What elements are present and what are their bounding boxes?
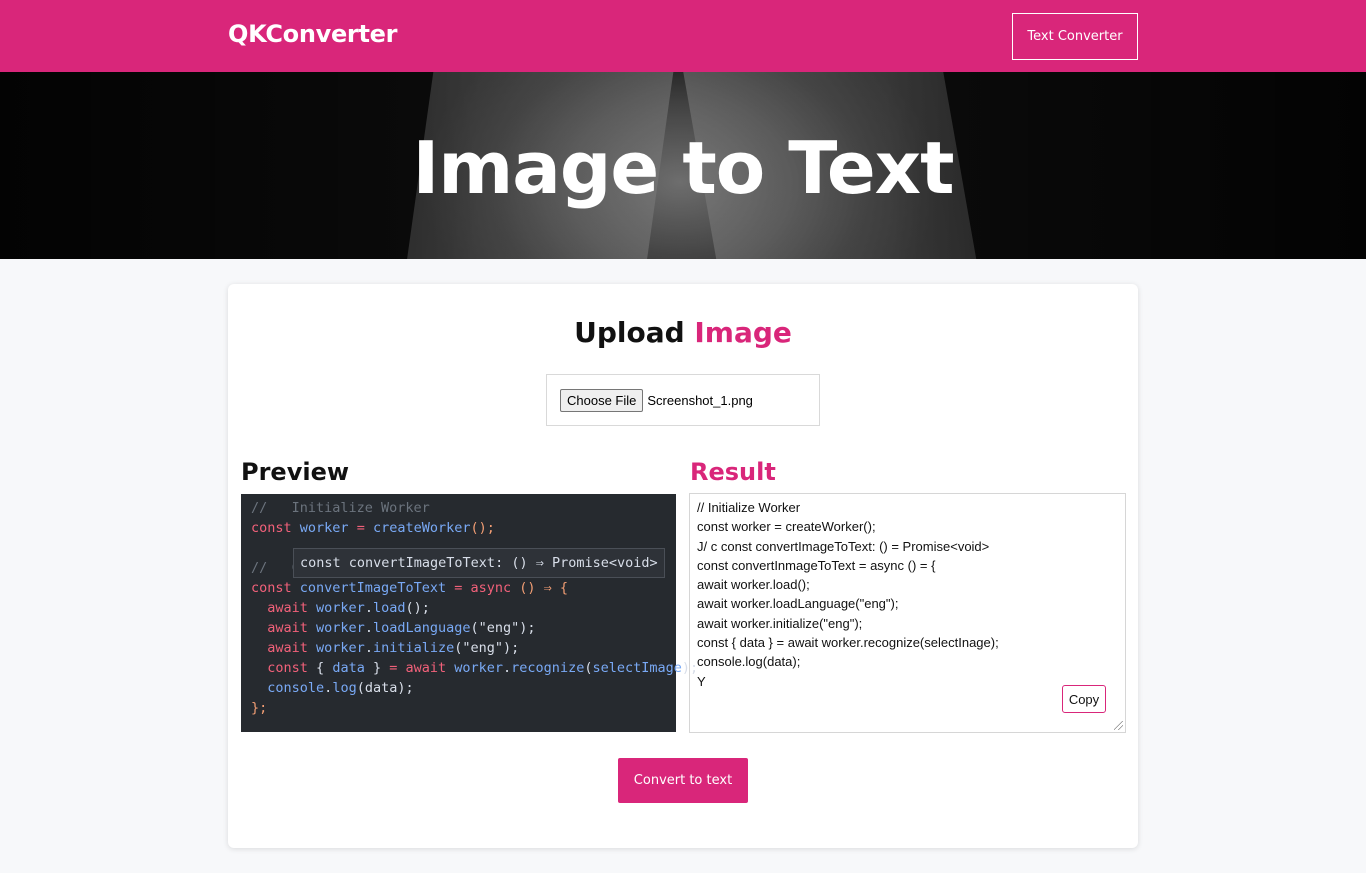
upload-title-accent: Image [694, 316, 792, 349]
code-line: }; [251, 700, 268, 716]
preview-title: Preview [241, 458, 350, 486]
code-tooltip: const convertImageToText: () ⇒ Promise<v… [293, 548, 665, 578]
result-textarea[interactable]: // Initialize Worker const worker = crea… [689, 493, 1126, 733]
result-line: await worker.loadLanguage("eng"); [697, 596, 899, 612]
navbar: QKConverter Text Converter [0, 0, 1366, 72]
code-line: await worker.loadLanguage("eng"); [267, 620, 536, 636]
converter-card: Upload Image Choose File Screenshot_1.pn… [228, 284, 1138, 848]
resize-handle-icon[interactable] [1114, 721, 1123, 730]
result-line: // Initialize Worker [697, 500, 801, 515]
choose-file-button[interactable]: Choose File [560, 388, 644, 412]
brand-logo[interactable]: QKConverter [228, 20, 397, 48]
code-line: const worker = createWorker(); [251, 520, 495, 536]
image-preview: // Initialize Worker const worker = crea… [241, 494, 699, 732]
result-line: const { data } = await worker.recognize(… [697, 635, 999, 651]
result-line: const convertInmageToText = async () = { [697, 557, 936, 573]
text-converter-link[interactable]: Text Converter [1012, 13, 1138, 60]
file-input[interactable]: Choose File Screenshot_1.png [546, 374, 820, 426]
code-line: const { data } = await worker.recognize(… [267, 660, 699, 676]
code-line: const convertImageToText = async () ⇒ { [251, 580, 569, 596]
code-line: console.log(data); [267, 680, 414, 696]
result-line: console.log(data); [697, 654, 801, 670]
result-title: Result [690, 458, 776, 486]
upload-title: Upload Image [228, 316, 1138, 349]
hero-banner: Image to Text [0, 72, 1366, 259]
result-line: await worker.load(); [697, 577, 810, 593]
copy-button[interactable]: Copy [1062, 685, 1106, 713]
code-line: // Initialize Worker [251, 500, 430, 516]
result-line: const worker = createWorker(); [697, 519, 876, 535]
convert-to-text-button[interactable]: Convert to text [618, 758, 748, 803]
hero-title: Image to Text [412, 126, 954, 210]
code-line: await worker.initialize("eng"); [267, 640, 520, 656]
upload-title-main: Upload [574, 316, 695, 349]
result-line: await worker.initialize("eng"); [697, 615, 863, 631]
result-line: J/ c const convertImageToText: () = Prom… [697, 538, 990, 554]
selected-file-name: Screenshot_1.png [647, 392, 753, 408]
result-line: Y [697, 673, 706, 689]
code-line: await worker.load(); [267, 600, 430, 616]
